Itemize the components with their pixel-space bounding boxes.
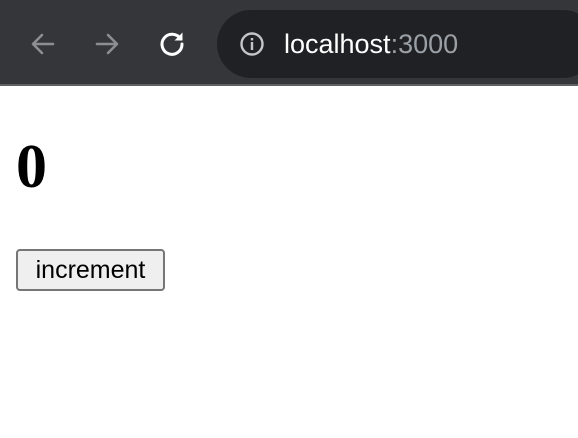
- back-button[interactable]: [26, 27, 60, 61]
- url-port: :3000: [390, 29, 459, 59]
- counter-value: 0: [16, 133, 47, 201]
- url-host: localhost: [284, 29, 391, 59]
- page-content: 0 increment: [0, 88, 578, 438]
- reload-icon: [160, 32, 184, 56]
- reload-button[interactable]: [155, 27, 189, 61]
- arrow-right-icon: [95, 33, 119, 55]
- url-text: localhost:3000: [284, 26, 458, 62]
- arrow-left-icon: [31, 33, 55, 55]
- forward-button[interactable]: [90, 27, 124, 61]
- increment-button[interactable]: increment: [16, 249, 165, 291]
- address-bar[interactable]: localhost:3000: [217, 10, 578, 78]
- browser-toolbar: localhost:3000: [0, 0, 578, 86]
- info-icon[interactable]: [239, 31, 265, 57]
